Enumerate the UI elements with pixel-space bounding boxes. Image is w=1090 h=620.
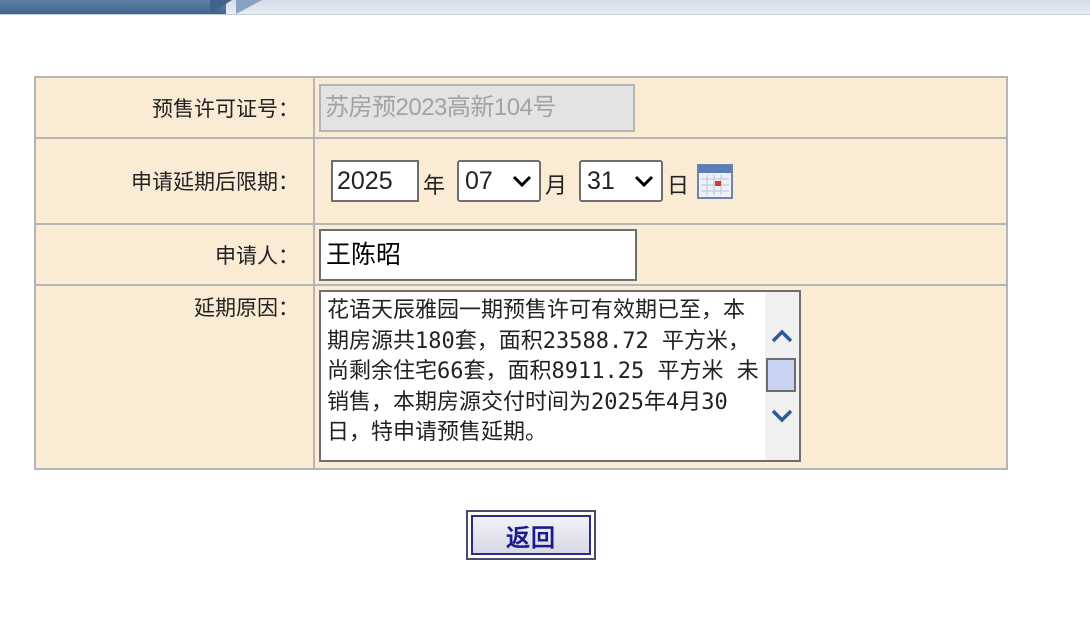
scroll-thumb[interactable] — [766, 358, 796, 392]
day-select[interactable]: 31 — [579, 160, 664, 202]
deadline-label: 申请延期后限期： — [34, 137, 315, 225]
month-value: 07 — [465, 166, 493, 195]
presale-extension-form: 预售许可证号： 苏房预2023高新104号 申请延期后限期： 2025 年 07… — [34, 76, 1008, 470]
banner-slant-light — [236, 0, 262, 14]
month-unit: 月 — [545, 174, 568, 199]
deadline-cell: 2025 年 07 月 31 日 — [313, 137, 1008, 225]
reason-label: 延期原因： — [34, 284, 315, 470]
year-input[interactable]: 2025 — [331, 160, 419, 202]
chevron-up-icon[interactable] — [770, 324, 794, 348]
reason-text: 花语天辰雅园一期预售许可有效期已至，本期房源共180套，面积23588.72 平… — [327, 298, 759, 445]
permit-number-field: 苏房预2023高新104号 — [319, 83, 635, 132]
form-row-deadline: 申请延期后限期： 2025 年 07 月 31 日 — [34, 137, 1008, 225]
month-select[interactable]: 07 — [457, 160, 542, 202]
reason-cell: 花语天辰雅园一期预售许可有效期已至，本期房源共180套，面积23588.72 平… — [313, 284, 1008, 470]
calendar-icon[interactable] — [697, 163, 734, 199]
reason-textarea[interactable]: 花语天辰雅园一期预售许可有效期已至，本期房源共180套，面积23588.72 平… — [319, 290, 801, 462]
applicant-cell: 王陈昭 — [313, 223, 1008, 286]
form-row-applicant: 申请人： 王陈昭 — [34, 223, 1008, 286]
banner-left-block — [0, 0, 226, 14]
top-banner — [0, 0, 1090, 15]
applicant-field[interactable]: 王陈昭 — [319, 228, 637, 281]
back-button-label: 返回 — [471, 515, 591, 555]
banner-slant — [210, 0, 232, 14]
date-picker-row: 2025 年 07 月 31 日 — [319, 160, 1006, 202]
chevron-down-icon — [512, 175, 532, 188]
permit-cell: 苏房预2023高新104号 — [313, 76, 1008, 139]
day-value: 31 — [587, 166, 615, 195]
permit-label: 预售许可证号： — [34, 76, 315, 139]
textarea-scrollbar[interactable] — [765, 292, 799, 460]
day-unit: 日 — [667, 174, 690, 199]
form-row-reason: 延期原因： 花语天辰雅园一期预售许可有效期已至，本期房源共180套，面积2358… — [34, 284, 1008, 470]
year-unit: 年 — [423, 174, 446, 199]
form-row-permit: 预售许可证号： 苏房预2023高新104号 — [34, 76, 1008, 139]
back-button[interactable]: 返回 — [466, 510, 596, 560]
applicant-label: 申请人： — [34, 223, 315, 286]
chevron-down-icon[interactable] — [770, 404, 794, 428]
chevron-down-icon — [634, 175, 654, 188]
